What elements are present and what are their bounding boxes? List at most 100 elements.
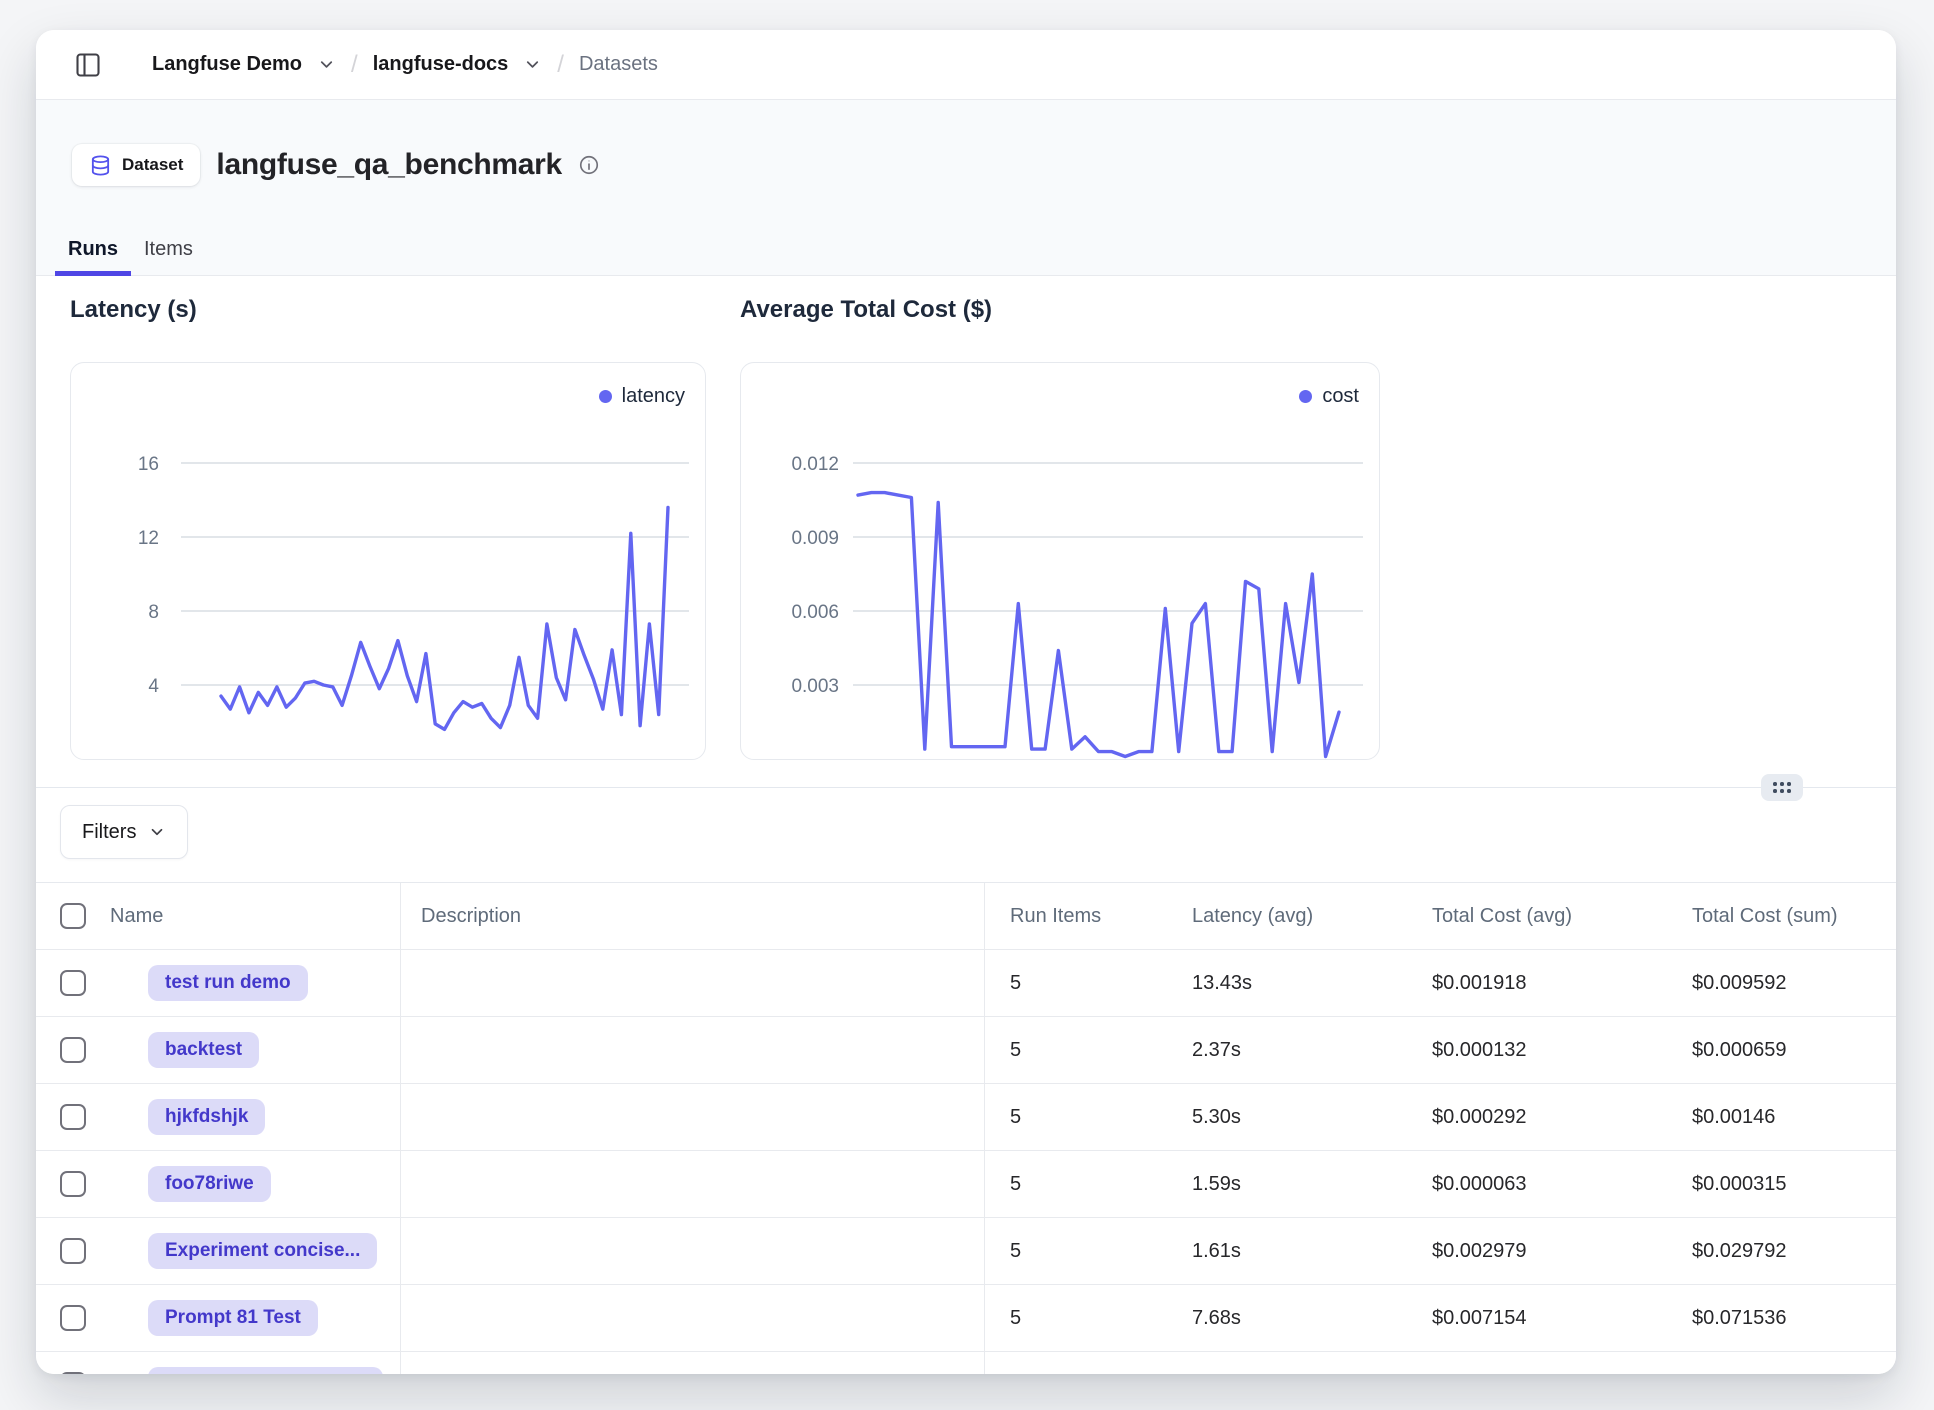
breadcrumb-section[interactable]: Datasets bbox=[579, 53, 658, 76]
breadcrumb-separator: / bbox=[557, 51, 564, 79]
cell-total-cost-avg: $0.000063 bbox=[1432, 1173, 1692, 1196]
svg-text:0.009: 0.009 bbox=[791, 528, 839, 549]
cell-total-cost-avg: $0.002979 bbox=[1432, 1240, 1692, 1263]
svg-text:12: 12 bbox=[138, 528, 159, 549]
tab-runs[interactable]: Runs bbox=[55, 223, 131, 275]
row-checkbox[interactable] bbox=[60, 1171, 86, 1197]
chevron-down-icon[interactable] bbox=[523, 55, 542, 74]
cell-latency-avg: 5.30s bbox=[1192, 1106, 1432, 1129]
cell-total-cost-sum: $0.000315 bbox=[1692, 1173, 1896, 1196]
database-icon bbox=[89, 154, 112, 177]
cost-chart-title: Average Total Cost ($) bbox=[740, 296, 992, 324]
row-checkbox[interactable] bbox=[60, 1238, 86, 1264]
dataset-type-label: Dataset bbox=[122, 155, 183, 175]
breadcrumb-workspace[interactable]: Langfuse Demo bbox=[152, 53, 302, 76]
table-body: test run demo513.43s$0.001918$0.009592ba… bbox=[36, 950, 1896, 1374]
cell-description bbox=[401, 1084, 985, 1150]
cell-total-cost-sum: $0.029792 bbox=[1692, 1240, 1896, 1263]
cell-description bbox=[401, 1285, 985, 1351]
cell-total-cost-sum: $0.009592 bbox=[1692, 972, 1896, 995]
topbar: Langfuse Demo / langfuse-docs / Datasets bbox=[36, 30, 1896, 100]
row-checkbox[interactable] bbox=[60, 1305, 86, 1331]
run-name-badge[interactable]: test run demo bbox=[148, 965, 308, 1001]
column-header-total-cost-avg[interactable]: Total Cost (avg) bbox=[1432, 905, 1692, 928]
latency-legend: latency bbox=[599, 385, 685, 408]
cell-description bbox=[401, 1352, 985, 1374]
cell-run-items: 5 bbox=[985, 1106, 1192, 1129]
row-checkbox[interactable] bbox=[60, 1372, 86, 1374]
latency-chart: 4 8 12 16 latency bbox=[70, 362, 706, 760]
cell-description bbox=[401, 950, 985, 1016]
cell-total-cost-sum: $0.071536 bbox=[1692, 1307, 1896, 1330]
cell-latency-avg: 7.68s bbox=[1192, 1307, 1432, 1330]
table-row[interactable]: backtest 52.37s$0.000132$0.000659 bbox=[36, 1017, 1896, 1084]
run-name-badge[interactable]: hjkfdshjk bbox=[148, 1099, 265, 1135]
svg-text:0.006: 0.006 bbox=[791, 602, 839, 623]
legend-dot-icon bbox=[1299, 390, 1312, 403]
legend-label: cost bbox=[1322, 385, 1359, 408]
column-header-total-cost-sum[interactable]: Total Cost (sum) bbox=[1692, 905, 1896, 928]
column-header-latency-avg[interactable]: Latency (avg) bbox=[1192, 905, 1432, 928]
cell-total-cost-avg: $0.001918 bbox=[1432, 972, 1692, 995]
runs-table: Name Description Run Items Latency (avg)… bbox=[36, 882, 1896, 1374]
run-name-badge[interactable]: Experiment concise... bbox=[148, 1233, 377, 1269]
svg-text:8: 8 bbox=[148, 602, 159, 623]
cell-description bbox=[401, 1218, 985, 1284]
cost-chart: 0.003 0.006 0.009 0.012 cost bbox=[740, 362, 1380, 760]
column-header-name[interactable]: Name bbox=[110, 883, 401, 949]
dataset-header: Dataset langfuse_qa_benchmark Runs Items bbox=[36, 100, 1896, 276]
svg-text:16: 16 bbox=[138, 454, 159, 475]
row-checkbox[interactable] bbox=[60, 1037, 86, 1063]
cell-latency-avg: 1.59s bbox=[1192, 1173, 1432, 1196]
cell-total-cost-avg: $0.007154 bbox=[1432, 1307, 1692, 1330]
breadcrumb: Langfuse Demo / langfuse-docs / Datasets bbox=[152, 51, 658, 79]
breadcrumb-project[interactable]: langfuse-docs bbox=[373, 53, 509, 76]
select-all-checkbox[interactable] bbox=[60, 903, 86, 929]
cell-total-cost-sum: $0.000659 bbox=[1692, 1039, 1896, 1062]
table-row[interactable]: Experiment concise... 51.61s$0.002979$0.0… bbox=[36, 1218, 1896, 1285]
cell-latency-avg: 13.43s bbox=[1192, 972, 1432, 995]
table-header-row: Name Description Run Items Latency (avg)… bbox=[36, 882, 1896, 950]
cell-latency-avg: 2.37s bbox=[1192, 1039, 1432, 1062]
cell-latency-avg: 1.61s bbox=[1192, 1240, 1432, 1263]
tab-items[interactable]: Items bbox=[131, 223, 206, 275]
table-row[interactable]: hjkfdshjk 55.30s$0.000292$0.00146 bbox=[36, 1084, 1896, 1151]
column-header-run-items[interactable]: Run Items bbox=[985, 905, 1192, 928]
chevron-down-icon[interactable] bbox=[317, 55, 336, 74]
breadcrumb-separator: / bbox=[351, 51, 358, 79]
table-row[interactable]: test run demo 513.43s$0.001918$0.009592 bbox=[36, 950, 1896, 1017]
cell-run-items: 5 bbox=[985, 1240, 1192, 1263]
run-name-badge[interactable]: Prompt 81 Test bbox=[148, 1300, 318, 1336]
filters-button[interactable]: Filters bbox=[60, 805, 188, 859]
filters-label: Filters bbox=[82, 821, 136, 844]
section-divider bbox=[36, 787, 1896, 788]
table-row[interactable] bbox=[36, 1352, 1896, 1374]
cost-legend: cost bbox=[1299, 385, 1359, 408]
dataset-type-badge: Dataset bbox=[72, 144, 200, 186]
cell-total-cost-avg: $0.000132 bbox=[1432, 1039, 1692, 1062]
row-checkbox[interactable] bbox=[60, 1104, 86, 1130]
cell-run-items: 5 bbox=[985, 972, 1192, 995]
cell-run-items: 5 bbox=[985, 1307, 1192, 1330]
table-row[interactable]: Prompt 81 Test 57.68s$0.007154$0.071536 bbox=[36, 1285, 1896, 1352]
grip-dots-icon bbox=[1773, 782, 1791, 793]
svg-text:4: 4 bbox=[148, 676, 159, 697]
run-name-badge[interactable]: backtest bbox=[148, 1032, 259, 1068]
cell-total-cost-sum: $0.00146 bbox=[1692, 1106, 1896, 1129]
resize-drag-handle[interactable] bbox=[1761, 774, 1803, 801]
legend-label: latency bbox=[622, 385, 685, 408]
legend-dot-icon bbox=[599, 390, 612, 403]
sidebar-toggle-icon[interactable] bbox=[74, 51, 102, 79]
run-name-badge[interactable] bbox=[148, 1367, 383, 1374]
cell-run-items: 5 bbox=[985, 1039, 1192, 1062]
svg-text:0.003: 0.003 bbox=[791, 676, 839, 697]
info-icon[interactable] bbox=[578, 154, 600, 176]
row-checkbox[interactable] bbox=[60, 970, 86, 996]
cell-description bbox=[401, 1151, 985, 1217]
svg-text:0.012: 0.012 bbox=[791, 454, 839, 475]
table-row[interactable]: foo78riwe51.59s$0.000063$0.000315 bbox=[36, 1151, 1896, 1218]
column-header-description[interactable]: Description bbox=[401, 883, 985, 949]
run-name-badge[interactable]: foo78riwe bbox=[148, 1166, 271, 1202]
cell-total-cost-avg: $0.000292 bbox=[1432, 1106, 1692, 1129]
main-card: Langfuse Demo / langfuse-docs / Datasets… bbox=[36, 30, 1896, 1374]
